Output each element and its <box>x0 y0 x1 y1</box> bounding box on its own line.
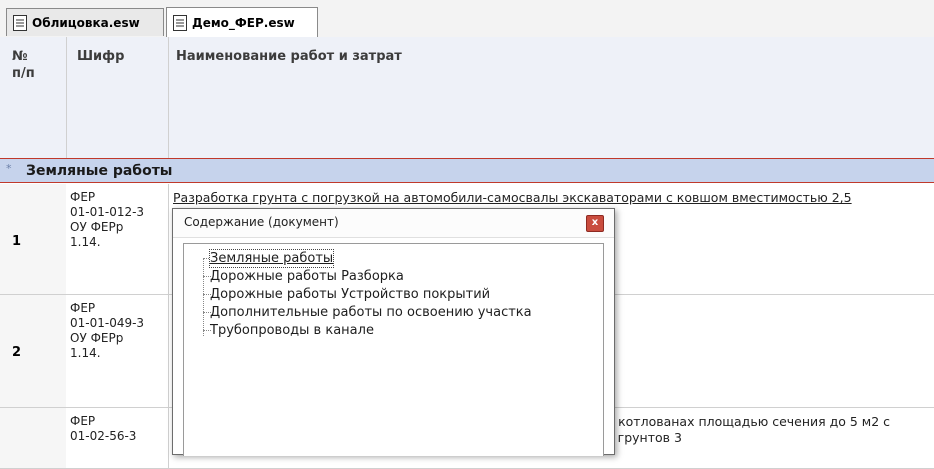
contents-dialog[interactable]: Содержание (документ) x Земляные работы … <box>172 208 615 456</box>
tab-label: Облицовка.esw <box>32 15 140 30</box>
tab-label: Демо_ФЕР.esw <box>192 15 295 30</box>
row-description: Разработка грунта с погрузкой на автомоб… <box>173 190 852 205</box>
row-number-cell <box>0 184 66 294</box>
header-num: № п/п <box>12 49 35 81</box>
row-number: 2 <box>12 345 22 360</box>
header-name: Наименование работ и затрат <box>176 49 402 64</box>
row-code: ФЕР 01-01-049-3 ОУ ФЕРр 1.14. <box>70 301 145 360</box>
dialog-title: Содержание (документ) <box>184 215 339 229</box>
tree-item-label: Земляные работы <box>210 251 334 266</box>
tree-connector <box>203 258 204 336</box>
header-code: Шифр <box>77 49 125 64</box>
tab-oblitsovka[interactable]: Облицовка.esw <box>6 8 164 36</box>
tree-item-pokrytiya[interactable]: Дорожные работы Устройство покрытий <box>210 286 490 303</box>
row-description-right: и котлованах площадью сечения до 5 м2 с <box>606 414 891 429</box>
row-number-cell <box>0 408 66 468</box>
contents-tree[interactable]: Земляные работы Дорожные работы Разборка… <box>183 243 604 456</box>
row-code: ФЕР 01-02-56-3 <box>70 414 137 443</box>
row-number-cell <box>0 295 66 407</box>
section-title: Земляные работы <box>26 163 173 179</box>
grid-header: № п/п Шифр Наименование работ и затрат <box>0 37 934 159</box>
tree-item-razborka[interactable]: Дорожные работы Разборка <box>210 268 404 285</box>
tree-item-dop-raboty[interactable]: Дополнительные работы по освоению участк… <box>210 304 532 321</box>
document-icon <box>173 14 187 31</box>
row-number: 1 <box>12 234 22 249</box>
column-divider <box>168 295 169 407</box>
row-code: ФЕР 01-01-012-3 ОУ ФЕРр 1.14. <box>70 190 145 249</box>
section-row[interactable]: * Земляные работы <box>0 158 934 183</box>
close-icon[interactable]: x <box>586 215 604 232</box>
dialog-titlebar[interactable]: Содержание (документ) x <box>173 209 614 238</box>
section-marker: * <box>6 162 12 175</box>
row-description-right-cont: а грунтов 3 <box>606 430 682 445</box>
column-divider <box>168 37 169 158</box>
column-divider <box>66 37 67 158</box>
tab-demo-fer[interactable]: Демо_ФЕР.esw <box>166 7 318 37</box>
column-divider <box>168 184 169 294</box>
tree-item-truboprovody[interactable]: Трубопроводы в канале <box>210 322 374 339</box>
column-divider <box>168 408 169 468</box>
document-icon <box>13 14 27 31</box>
tree-item-zemlyanye[interactable]: Земляные работы <box>208 249 335 268</box>
document-tab-bar: Облицовка.esw Демо_ФЕР.esw <box>0 0 934 38</box>
